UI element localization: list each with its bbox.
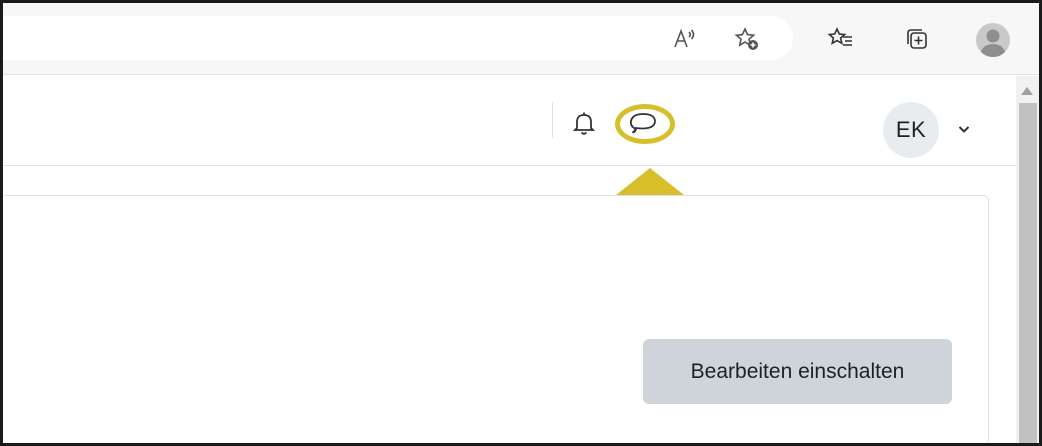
edit-mode-button[interactable]: Bearbeiten einschalten (643, 339, 952, 404)
messages-highlight-ring (615, 104, 675, 144)
favorites-icon[interactable] (825, 23, 857, 55)
user-avatar[interactable]: EK (883, 102, 939, 158)
content-card (3, 195, 989, 443)
scrollbar-thumb[interactable] (1019, 103, 1037, 443)
screenshot-frame: EK Bearbeiten einschalten (0, 0, 1042, 446)
read-aloud-icon[interactable] (669, 23, 701, 55)
profile-icon[interactable] (976, 23, 1010, 57)
scroll-up-arrow-icon[interactable] (1019, 83, 1035, 99)
bell-icon[interactable] (571, 110, 597, 136)
collections-icon[interactable] (901, 23, 933, 55)
chevron-down-icon[interactable] (957, 122, 971, 134)
header-divider (552, 102, 553, 138)
browser-toolbar (3, 3, 1039, 75)
site-header: EK (3, 76, 1016, 166)
add-favorite-icon[interactable] (731, 23, 763, 55)
